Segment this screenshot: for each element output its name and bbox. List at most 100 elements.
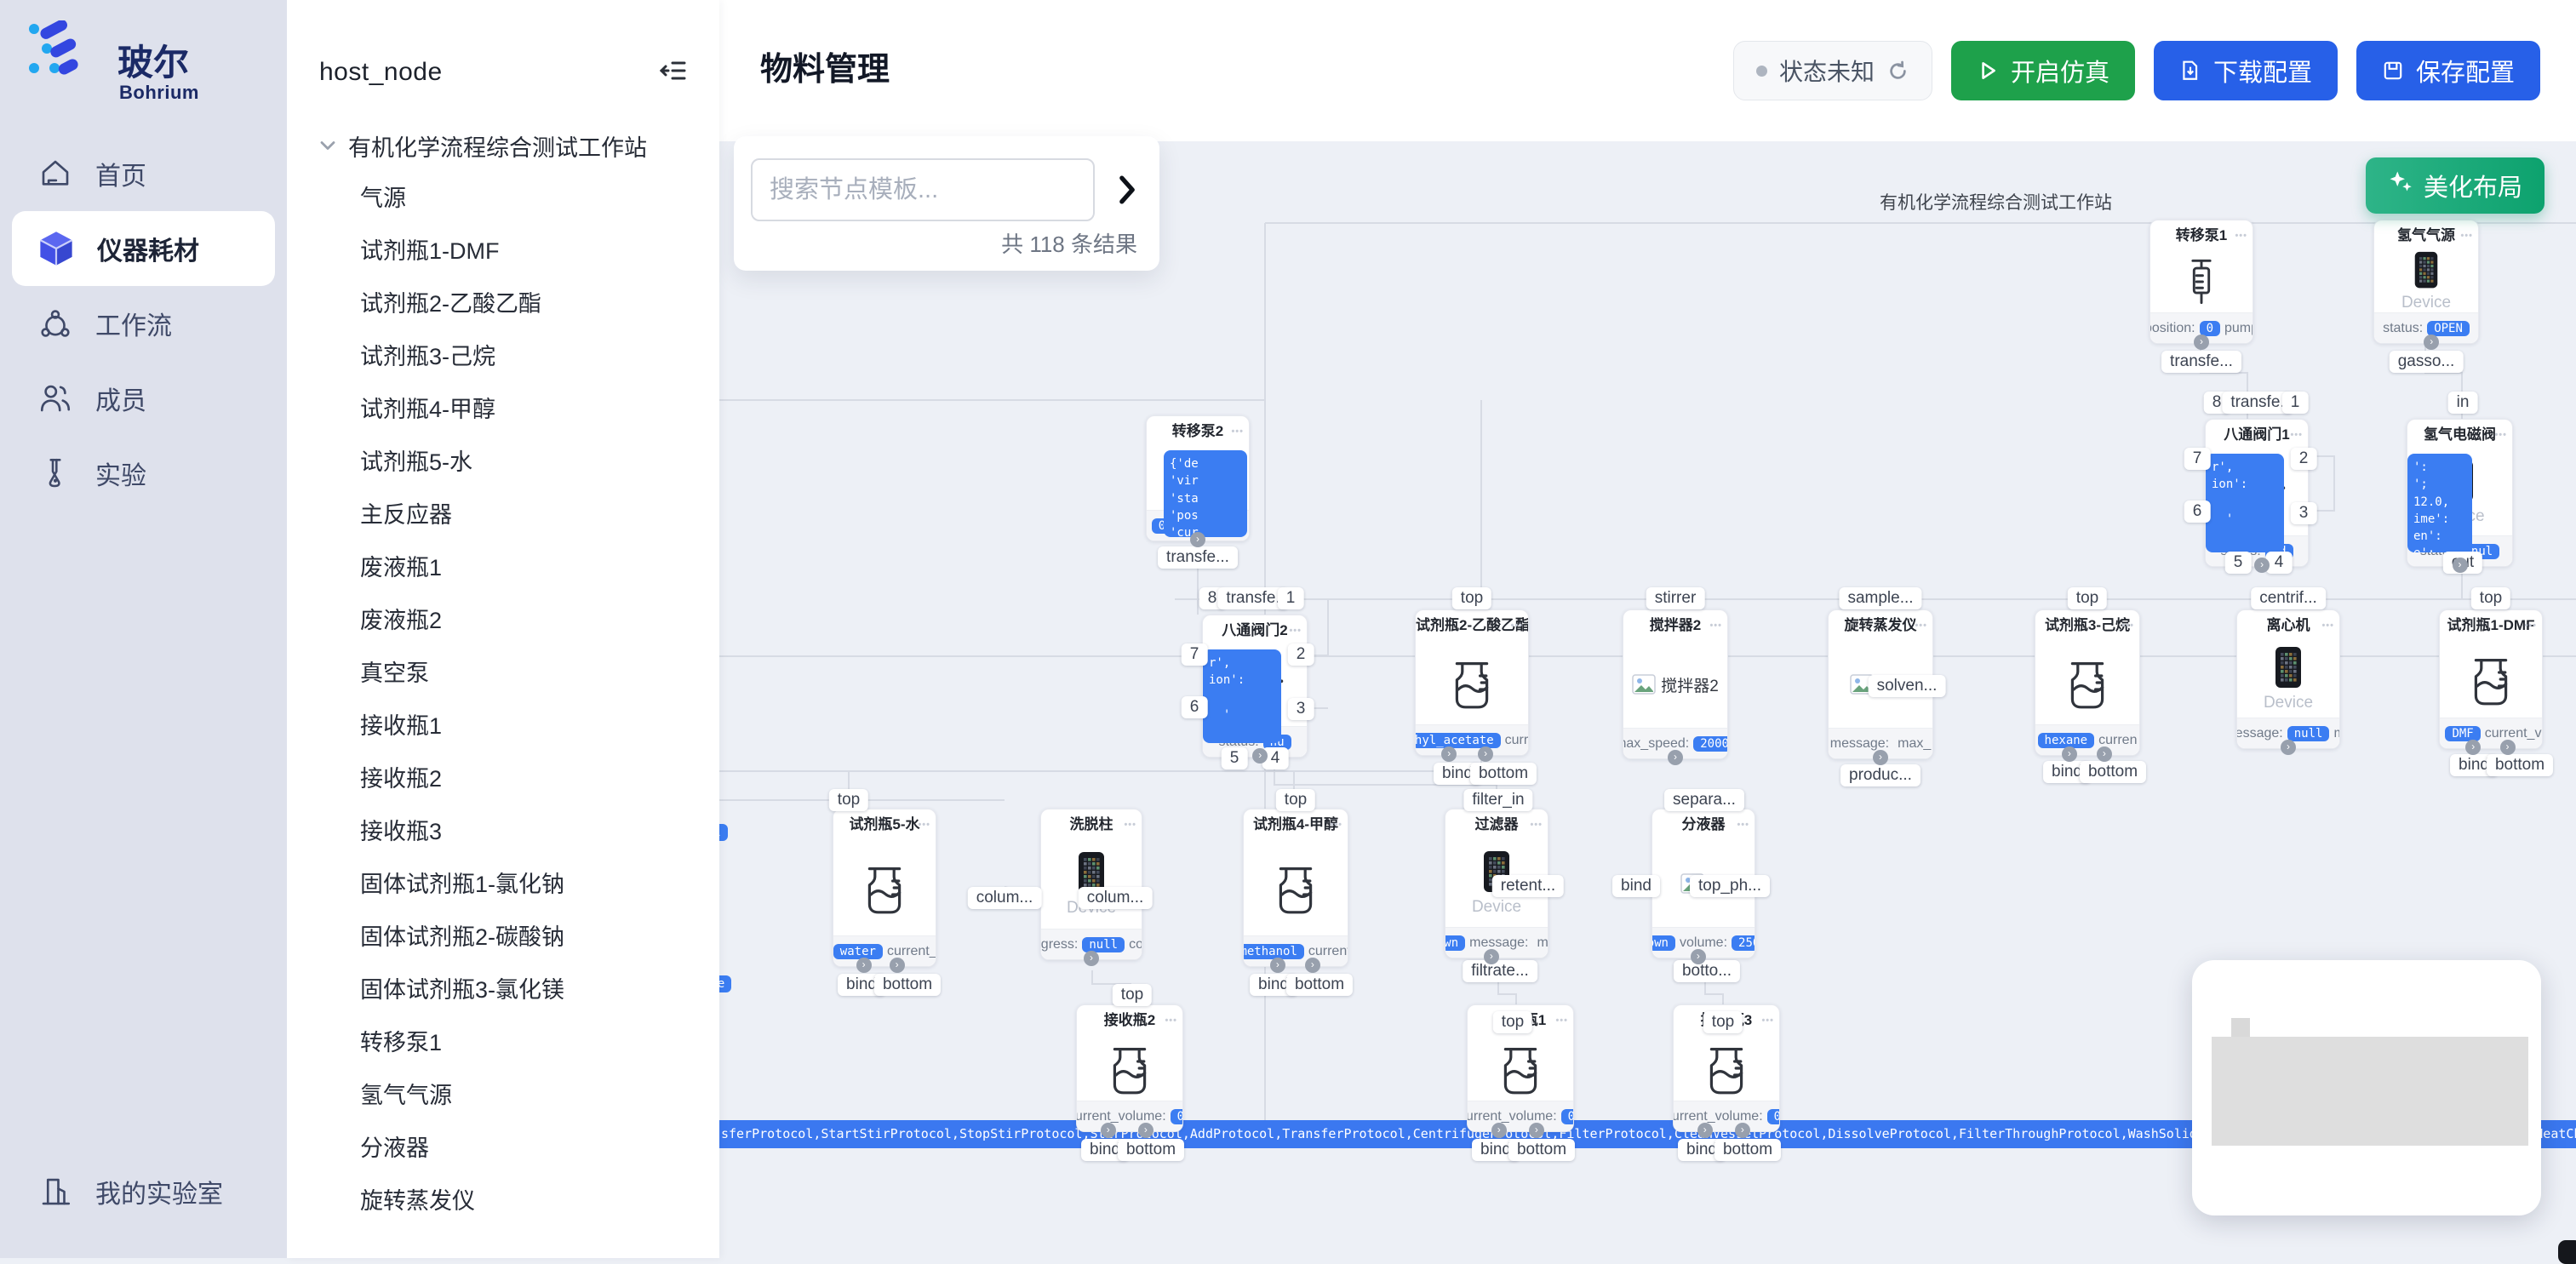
node-menu-icon[interactable]: •••: [2524, 610, 2537, 641]
canvas-node-pump1[interactable]: 转移泵1••• position:0pump: [2150, 220, 2253, 344]
sidebar-item-4[interactable]: 实验: [0, 436, 287, 511]
canvas-node-bottle1[interactable]: 试剂瓶1-DMF••• e:DMFcurrent_vol: [2439, 609, 2543, 749]
tree-item-5[interactable]: 试剂瓶5-水: [287, 436, 719, 489]
node-menu-icon[interactable]: •••: [918, 809, 930, 840]
canvas-node-valve2[interactable]: 八通阀门2••• status:nur', ion': ': [1202, 615, 1308, 758]
sidebar-item-2[interactable]: 工作流: [0, 286, 287, 361]
tree-item-13[interactable]: 固体试剂瓶1-氯化钠: [287, 858, 719, 911]
tree-item-3[interactable]: 试剂瓶3-己烷: [287, 330, 719, 383]
beautify-layout-button[interactable]: 美化布局: [2366, 157, 2545, 214]
port-handle-icon[interactable]: [1691, 949, 1706, 964]
tree-item-9[interactable]: 真空泵: [287, 647, 719, 700]
canvas-node-valve1[interactable]: 八通阀门1••• status:Idr', ion': ': [2205, 419, 2309, 567]
sidebar-item-3[interactable]: 成员: [0, 361, 287, 436]
canvas-node-column[interactable]: 洗脱柱••• Device rogress:nullcolu: [1040, 809, 1142, 960]
node-menu-icon[interactable]: •••: [2121, 610, 2134, 641]
canvas-node-h2valve[interactable]: 氢气电磁阀••• Device status:nul': '; 12.0, im…: [2407, 419, 2513, 567]
minimap[interactable]: [2192, 960, 2541, 1215]
sidebar-item-1[interactable]: 仪器耗材: [12, 211, 275, 286]
canvas-node-bottle3[interactable]: 试剂瓶3-己烷••• hexanecurren: [2035, 609, 2140, 756]
node-param-value-pill: null: [2287, 726, 2330, 741]
sidebar-item-my-lab[interactable]: 我的实验室: [0, 1154, 287, 1229]
minimap-viewport[interactable]: [2212, 1037, 2528, 1146]
node-menu-icon[interactable]: •••: [2494, 420, 2507, 450]
tree-item-16[interactable]: 转移泵1: [287, 1016, 719, 1069]
tree-item-18[interactable]: 分液器: [287, 1122, 719, 1175]
node-menu-icon[interactable]: •••: [2321, 610, 2334, 641]
host-node-panel: host_node 有机化学流程综合测试工作站气源试剂瓶1-DMF试剂瓶2-乙酸…: [287, 0, 719, 1258]
tree-item-8[interactable]: 废液瓶2: [287, 594, 719, 647]
port-handle-icon[interactable]: [2062, 746, 2077, 762]
port-handle-icon[interactable]: [856, 958, 872, 973]
tree-item-17[interactable]: 氢气气源: [287, 1069, 719, 1122]
tree-item-1[interactable]: 试剂瓶1-DMF: [287, 225, 719, 277]
start-simulation-button[interactable]: 开启仿真: [1951, 41, 2135, 100]
download-config-button[interactable]: 下载配置: [2154, 41, 2338, 100]
tree-item-11[interactable]: 接收瓶2: [287, 752, 719, 805]
node-menu-icon[interactable]: •••: [1530, 809, 1543, 840]
tree-item-19[interactable]: 旋转蒸发仪: [287, 1175, 719, 1227]
node-menu-icon[interactable]: •••: [1330, 809, 1342, 840]
port-handle-icon[interactable]: [890, 958, 905, 973]
port-handle-icon[interactable]: [1138, 1123, 1153, 1138]
node-menu-icon[interactable]: •••: [1555, 1005, 1568, 1036]
node-menu-icon[interactable]: •••: [1737, 809, 1749, 840]
port-handle-icon[interactable]: [2500, 740, 2516, 755]
node-menu-icon[interactable]: •••: [1289, 615, 1302, 646]
tree-item-12[interactable]: 接收瓶3: [287, 805, 719, 858]
port-handle-icon[interactable]: [1484, 949, 1499, 964]
save-config-button[interactable]: 保存配置: [2356, 41, 2540, 100]
tree-item-14[interactable]: 固体试剂瓶2-碳酸钠: [287, 911, 719, 964]
bohrium-logo[interactable]: 玻尔 Bohrium: [26, 20, 264, 102]
node-menu-icon[interactable]: •••: [1124, 809, 1136, 840]
tree-root-workstation[interactable]: 有机化学流程综合测试工作站: [287, 119, 719, 172]
node-menu-icon[interactable]: •••: [2235, 220, 2247, 251]
port-handle-icon[interactable]: [1668, 750, 1683, 765]
port-handle-icon[interactable]: [1873, 750, 1888, 765]
port-handle-icon[interactable]: [2254, 558, 2270, 573]
port-handle-icon[interactable]: [2097, 746, 2112, 762]
canvas-node-recv2[interactable]: 接收瓶2••• current_volume:0: [1076, 1004, 1183, 1132]
tree-item-15[interactable]: 固体试剂瓶3-氯化镁: [287, 964, 719, 1016]
port-handle-icon[interactable]: [2194, 335, 2209, 350]
port-handle-icon[interactable]: [2453, 558, 2468, 573]
port-handle-icon[interactable]: [1529, 1123, 1544, 1138]
node-menu-icon[interactable]: •••: [1915, 610, 1927, 641]
tree-item-7[interactable]: 废液瓶1: [287, 541, 719, 594]
node-menu-icon[interactable]: •••: [1165, 1005, 1177, 1036]
sidebar-item-0[interactable]: 首页: [0, 136, 287, 211]
search-input[interactable]: [751, 158, 1095, 221]
search-submit-chevron-icon[interactable]: [1110, 174, 1144, 208]
canvas-node-stirrer2[interactable]: 搅拌器2••• 搅拌器2 max_speed:2000: [1623, 609, 1728, 759]
port-label: 1: [2282, 392, 2309, 414]
node-menu-icon[interactable]: •••: [1510, 610, 1523, 641]
node-menu-icon[interactable]: •••: [2460, 220, 2473, 251]
port-handle-icon[interactable]: [1478, 746, 1493, 762]
node-menu-icon[interactable]: •••: [1231, 416, 1244, 447]
port-handle-icon[interactable]: [1190, 532, 1205, 547]
canvas-node-centrifuge[interactable]: 离心机••• Device message:nullma: [2236, 609, 2340, 749]
canvas-node-bottle5[interactable]: 试剂瓶5-水••• :watercurrent_v: [833, 809, 936, 967]
port-handle-icon[interactable]: [1697, 1123, 1713, 1138]
tree-item-0[interactable]: 气源: [287, 172, 719, 225]
canvas-node-bottle2[interactable]: 试剂瓶2-乙酸乙酯••• hyl_acetatecurre: [1415, 609, 1529, 756]
port-handle-icon[interactable]: [2281, 740, 2296, 755]
port-handle-icon[interactable]: [1270, 958, 1285, 973]
node-menu-icon[interactable]: •••: [1709, 610, 1722, 641]
canvas-node-pump2[interactable]: 转移泵2••• 0pump_info:{'de 'vir 'sta 'pos '…: [1146, 415, 1250, 541]
port-handle-icon[interactable]: [1305, 958, 1320, 973]
refresh-icon[interactable]: [1886, 60, 1909, 83]
port-handle-icon[interactable]: [1735, 1123, 1750, 1138]
port-handle-icon[interactable]: [1491, 1123, 1507, 1138]
node-menu-icon[interactable]: •••: [1761, 1005, 1774, 1036]
tree-item-4[interactable]: 试剂瓶4-甲醇: [287, 383, 719, 436]
canvas-node-bottle4[interactable]: 试剂瓶4-甲醇••• methanolcurrent_: [1243, 809, 1348, 967]
canvas-node-h2src[interactable]: 氢气气源••• Device status:OPEN: [2373, 220, 2479, 344]
tree-item-6[interactable]: 主反应器: [287, 489, 719, 541]
collapse-panel-icon[interactable]: [656, 54, 690, 89]
port-handle-icon[interactable]: [1101, 1123, 1116, 1138]
node-menu-icon[interactable]: •••: [2290, 420, 2303, 450]
tree-item-2[interactable]: 试剂瓶2-乙酸乙酯: [287, 277, 719, 330]
tree-item-10[interactable]: 接收瓶1: [287, 700, 719, 752]
port-handle-icon[interactable]: [1084, 951, 1099, 966]
